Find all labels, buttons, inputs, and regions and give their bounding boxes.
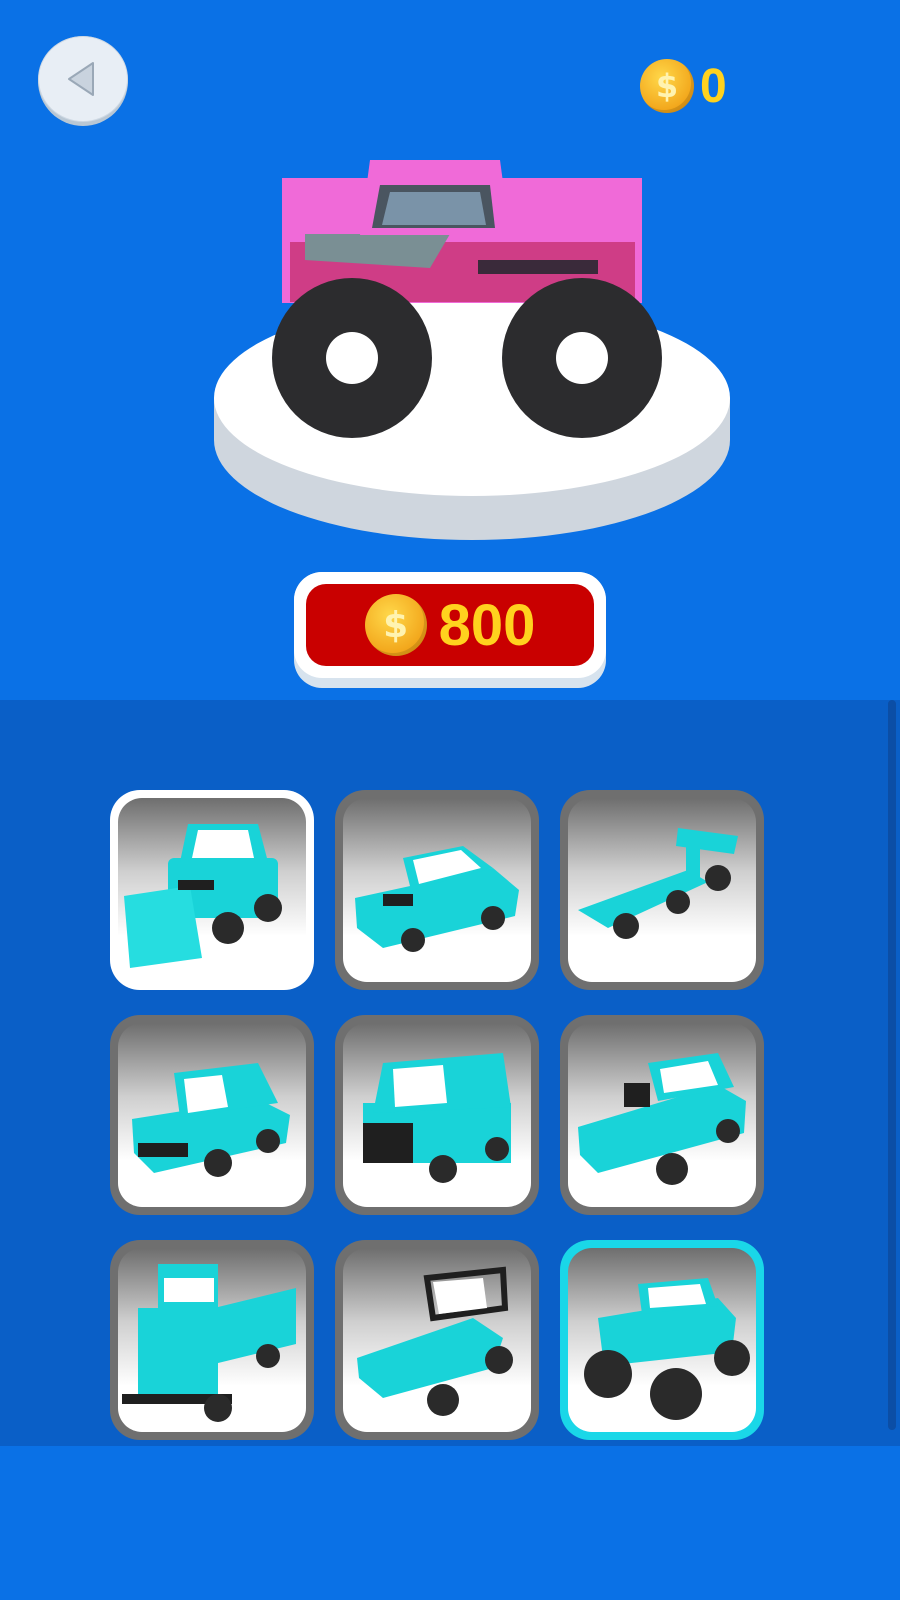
- dump-truck-icon: [122, 1264, 296, 1422]
- buggy-icon: [357, 1266, 513, 1416]
- buy-button[interactable]: $ 800: [294, 572, 606, 688]
- jeep-icon: [363, 1053, 511, 1183]
- car-tile-monster-truck[interactable]: [560, 1240, 764, 1440]
- car-tile-formula-car[interactable]: [560, 790, 764, 990]
- muscle-car-icon: [355, 846, 519, 952]
- coin-counter: $ 0: [640, 58, 727, 114]
- price-amount: 800: [438, 592, 536, 658]
- hot-rod-icon: [578, 1053, 746, 1185]
- scrollbar[interactable]: [888, 700, 896, 1430]
- car-selection-panel: [0, 700, 900, 1446]
- car-tile-muscle-car[interactable]: [335, 790, 539, 990]
- car-tile-suv[interactable]: [110, 1015, 314, 1215]
- suv-icon: [132, 1063, 290, 1177]
- back-arrow-icon: [68, 62, 94, 96]
- car-tile-jeep[interactable]: [335, 1015, 539, 1215]
- monster-truck-icon: [584, 1278, 750, 1420]
- plow-truck-icon: [124, 824, 282, 968]
- car-preview: [214, 160, 730, 540]
- coin-icon: $: [364, 594, 427, 656]
- car-tile-hot-rod[interactable]: [560, 1015, 764, 1215]
- coin-balance: 0: [700, 59, 727, 113]
- car-tile-dump-truck[interactable]: [110, 1240, 314, 1440]
- back-button[interactable]: [38, 36, 128, 126]
- shop-header-area: $ 0 $ 800: [0, 0, 900, 700]
- bottom-bar: [0, 1446, 900, 1600]
- car-tile-buggy[interactable]: [335, 1240, 539, 1440]
- formula-car-icon: [578, 828, 738, 939]
- car-tile-plow-truck[interactable]: [110, 790, 314, 990]
- coin-icon: $: [640, 59, 694, 113]
